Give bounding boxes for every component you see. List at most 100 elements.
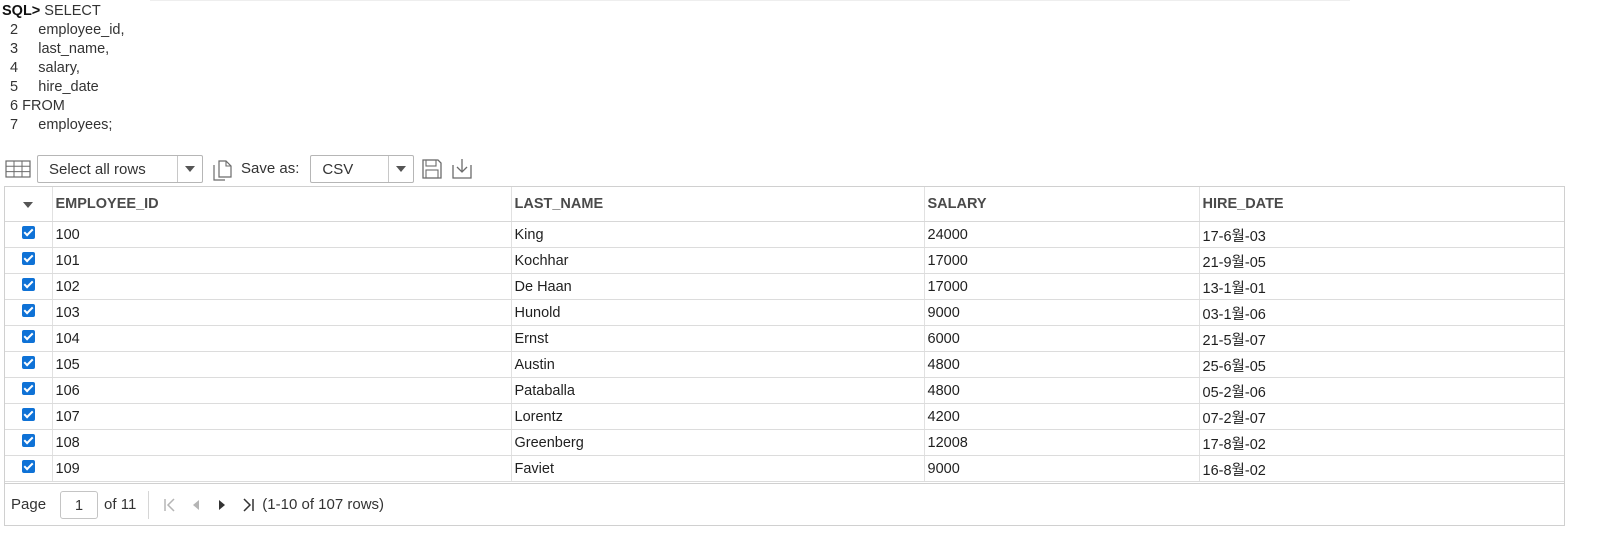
- cell-last-name: Pataballa: [510, 377, 924, 404]
- column-header-hire-date[interactable]: HIRE_DATE: [1198, 187, 1564, 222]
- cell-salary: 12008: [923, 429, 1199, 456]
- cell-employee-id: 106: [51, 377, 511, 404]
- download-icon[interactable]: [447, 156, 477, 182]
- select-rows-dropdown[interactable]: Select all rows: [37, 154, 203, 183]
- table-row[interactable]: 108 Greenberg 12008 17-8월-02: [5, 429, 1564, 456]
- table-row[interactable]: 107 Lorentz 4200 07-2월-07: [5, 403, 1564, 430]
- cell-employee-id: 101: [51, 247, 511, 274]
- sql-line: 3 last_name,: [2, 40, 125, 59]
- row-checkbox[interactable]: [21, 459, 35, 473]
- cell-hire-date: 17-8월-02: [1198, 429, 1564, 456]
- caret-down-icon: [23, 201, 34, 208]
- result-toolbar: Select all rows Save as: CSV: [4, 153, 477, 184]
- row-checkbox[interactable]: [21, 277, 35, 291]
- sql-line-number: 6: [2, 98, 19, 114]
- save-disk-icon[interactable]: [417, 156, 447, 182]
- row-select-cell[interactable]: [5, 247, 52, 274]
- sql-prompt: SQL>: [2, 3, 41, 19]
- cell-hire-date: 03-1월-06: [1198, 299, 1564, 326]
- cell-employee-id: 102: [51, 273, 511, 300]
- row-select-cell[interactable]: [5, 377, 52, 404]
- cell-last-name: De Haan: [510, 273, 924, 300]
- first-page-icon[interactable]: [157, 492, 183, 518]
- cell-last-name: Kochhar: [510, 247, 924, 274]
- cell-last-name: Ernst: [510, 325, 924, 352]
- sql-code: SELECT: [40, 3, 101, 19]
- select-rows-value: Select all rows: [49, 161, 146, 178]
- select-all-column-header[interactable]: [5, 187, 52, 222]
- sql-line: 5 hire_date: [2, 78, 125, 97]
- cell-last-name: Faviet: [510, 455, 924, 482]
- cell-last-name: Hunold: [510, 299, 924, 326]
- column-header-employee-id[interactable]: EMPLOYEE_ID: [51, 187, 511, 222]
- table-row[interactable]: 106 Pataballa 4800 05-2월-06: [5, 377, 1564, 404]
- table-row[interactable]: 101 Kochhar 17000 21-9월-05: [5, 247, 1564, 274]
- table-row[interactable]: 109 Faviet 9000 16-8월-02: [5, 455, 1564, 482]
- sql-line: 6 FROM: [2, 97, 125, 116]
- cell-salary: 6000: [923, 325, 1199, 352]
- format-dropdown[interactable]: CSV: [310, 154, 415, 183]
- cell-hire-date: 25-6월-05: [1198, 351, 1564, 378]
- table-row[interactable]: 100 King 24000 17-6월-03: [5, 221, 1564, 248]
- cell-hire-date: 16-8월-02: [1198, 455, 1564, 482]
- row-select-cell[interactable]: [5, 273, 52, 300]
- sql-line: 4 salary,: [2, 59, 125, 78]
- sql-code: FROM: [18, 98, 65, 114]
- row-checkbox[interactable]: [21, 407, 35, 421]
- cell-last-name: Lorentz: [510, 403, 924, 430]
- row-select-cell[interactable]: [5, 351, 52, 378]
- top-divider: [150, 0, 1350, 1]
- page-number-input[interactable]: [60, 490, 99, 519]
- row-select-cell[interactable]: [5, 455, 52, 482]
- column-header-last-name[interactable]: LAST_NAME: [510, 187, 924, 222]
- rows-summary: (1-10 of 107 rows): [262, 496, 385, 513]
- chevron-down-icon: [178, 156, 202, 182]
- sql-code: last_name,: [18, 41, 110, 57]
- cell-employee-id: 104: [51, 325, 511, 352]
- previous-page-icon[interactable]: [183, 492, 209, 518]
- cell-hire-date: 21-5월-07: [1198, 325, 1564, 352]
- table-row[interactable]: 102 De Haan 17000 13-1월-01: [5, 273, 1564, 300]
- cell-hire-date: 05-2월-06: [1198, 377, 1564, 404]
- last-page-icon[interactable]: [235, 492, 261, 518]
- row-checkbox[interactable]: [21, 225, 35, 239]
- row-select-cell[interactable]: [5, 325, 52, 352]
- header-row: EMPLOYEE_ID LAST_NAME SALARY HIRE_DATE: [5, 187, 1564, 222]
- cell-salary: 17000: [923, 273, 1199, 300]
- pagination-bar: Page of 11 (1-10 of 107 rows): [4, 483, 1565, 526]
- row-checkbox[interactable]: [21, 303, 35, 317]
- next-page-icon[interactable]: [209, 492, 235, 518]
- column-header-salary[interactable]: SALARY: [923, 187, 1199, 222]
- sql-echo: SQL> SELECT 2 employee_id, 3 last_name, …: [2, 2, 125, 135]
- cell-salary: 9000: [923, 299, 1199, 326]
- cell-employee-id: 103: [51, 299, 511, 326]
- sql-code: employees;: [18, 117, 113, 133]
- table-row[interactable]: 105 Austin 4800 25-6월-05: [5, 351, 1564, 378]
- row-select-cell[interactable]: [5, 299, 52, 326]
- table-row[interactable]: 103 Hunold 9000 03-1월-06: [5, 299, 1564, 326]
- sql-line-number: 4: [2, 60, 19, 76]
- row-checkbox[interactable]: [21, 329, 35, 343]
- format-value: CSV: [322, 161, 354, 178]
- sql-code: hire_date: [18, 79, 99, 95]
- sql-code: salary,: [18, 60, 80, 76]
- page-count-label: of 11: [104, 496, 137, 513]
- table-grid-icon[interactable]: [4, 157, 32, 181]
- sql-line: 2 employee_id,: [2, 21, 125, 40]
- sql-line-number: 7: [2, 117, 19, 133]
- row-checkbox[interactable]: [21, 355, 35, 369]
- copy-icon[interactable]: [207, 156, 237, 182]
- cell-last-name: Greenberg: [510, 429, 924, 456]
- results-grid: EMPLOYEE_ID LAST_NAME SALARY HIRE_DATE 1…: [4, 186, 1565, 526]
- row-select-cell[interactable]: [5, 403, 52, 430]
- row-checkbox[interactable]: [21, 251, 35, 265]
- row-select-cell[interactable]: [5, 221, 52, 248]
- cell-employee-id: 100: [51, 221, 511, 248]
- cell-hire-date: 13-1월-01: [1198, 273, 1564, 300]
- row-checkbox[interactable]: [21, 433, 35, 447]
- sql-code: employee_id,: [18, 22, 125, 38]
- row-select-cell[interactable]: [5, 429, 52, 456]
- table-row[interactable]: 104 Ernst 6000 21-5월-07: [5, 325, 1564, 352]
- row-checkbox[interactable]: [21, 381, 35, 395]
- sql-line: 7 employees;: [2, 116, 125, 135]
